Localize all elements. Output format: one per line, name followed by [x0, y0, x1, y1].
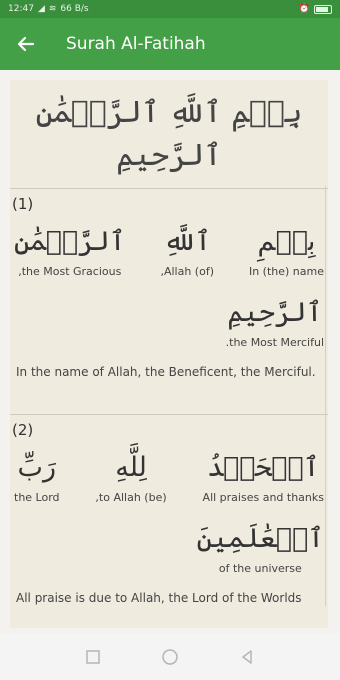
ayah-number: (2): [12, 421, 34, 439]
ayah-number: (1): [12, 195, 34, 213]
page-title: Surah Al-Fatihah: [66, 34, 206, 54]
word-translation: the Lord: [14, 491, 60, 504]
arabic-word: بِسۡمِ: [257, 226, 316, 257]
arabic-word: ٱلۡحَمۡدُ: [207, 452, 320, 483]
word-item[interactable]: بِسۡمِ In (the) name: [249, 221, 324, 278]
arabic-word: ٱلرَّحِيمِ: [227, 297, 323, 328]
system-nav-bar: [0, 634, 340, 680]
arabic-word: ٱلۡعَٰلَمِينَ: [196, 523, 324, 554]
word-row: ٱلۡحَمۡدُ All praises and thanks لِلَّهِ…: [10, 415, 328, 504]
word-translation: the Most Merciful.: [225, 336, 324, 349]
back-nav-button[interactable]: [237, 647, 257, 667]
word-item[interactable]: لِلَّهِ (be) to Allah,: [95, 447, 166, 504]
battery-icon: [314, 4, 332, 14]
arabic-word: ٱللَّهِ: [163, 226, 211, 257]
bismillah-line-1: بِسۡمِ ٱللَّهِ ٱلرَّحۡمَٰنِ: [35, 94, 303, 130]
ayah-card[interactable]: (1) بِسۡمِ In (the) name ٱللَّهِ (of) Al…: [10, 188, 328, 414]
square-recents-icon: [85, 650, 100, 664]
word-translation: (of) Allah,: [160, 265, 215, 278]
word-item[interactable]: ٱلرَّحۡمَٰنِ the Most Gracious,: [14, 221, 126, 278]
scroll-track: [325, 186, 326, 606]
recents-button[interactable]: [83, 647, 103, 667]
word-translation: of the universe: [218, 562, 302, 575]
word-row: بِسۡمِ In (the) name ٱللَّهِ (of) Allah,…: [10, 189, 328, 278]
word-translation: the Most Gracious,: [18, 265, 122, 278]
back-button[interactable]: [0, 18, 52, 70]
ayah-card[interactable]: (2) ٱلۡحَمۡدُ All praises and thanks لِل…: [10, 414, 328, 628]
app-bar: Surah Al-Fatihah: [0, 18, 340, 70]
ayah-translation: In the name of Allah, the Beneficent, th…: [16, 365, 316, 379]
word-item[interactable]: ٱللَّهِ (of) Allah,: [160, 221, 214, 278]
word-translation: (be) to Allah,: [95, 491, 167, 504]
status-time: 12:47: [8, 4, 34, 14]
arabic-word: ٱلرَّحۡمَٰنِ: [14, 226, 126, 257]
word-item[interactable]: ٱلۡعَٰلَمِينَ of the universe: [197, 518, 324, 575]
signal-icon: ◢: [37, 4, 45, 14]
word-translation: In (the) name: [248, 265, 324, 278]
alarm-icon: ⏰: [298, 4, 310, 14]
network-speed: 66 B/s: [60, 4, 89, 14]
word-item[interactable]: ٱلۡحَمۡدُ All praises and thanks: [203, 447, 324, 504]
ayah-translation: All praise is due to Allah, the Lord of …: [16, 591, 302, 605]
word-row: ٱلۡعَٰلَمِينَ of the universe: [10, 504, 328, 575]
bismillah-line-2: ٱلرَّحِيمِ: [116, 138, 222, 173]
triangle-back-icon: [242, 650, 253, 664]
word-item[interactable]: رَبِّ the Lord: [14, 447, 60, 504]
word-item[interactable]: ٱلرَّحِيمِ the Most Merciful.: [226, 292, 324, 349]
wifi-icon: ≋: [48, 4, 57, 14]
bismillah-header: بِسۡمِ ٱللَّهِ ٱلرَّحۡمَٰنِ ٱلرَّحِيمِ: [10, 80, 328, 188]
circle-home-icon: [162, 649, 178, 665]
surah-content[interactable]: بِسۡمِ ٱللَّهِ ٱلرَّحۡمَٰنِ ٱلرَّحِيمِ (…: [10, 80, 328, 628]
word-translation: All praises and thanks: [202, 491, 324, 504]
word-row: ٱلرَّحِيمِ the Most Merciful.: [10, 278, 328, 349]
arrow-back-icon: [17, 36, 35, 52]
arabic-word: رَبِّ: [17, 452, 56, 483]
status-bar: 12:47 ◢ ≋ 66 B/s ⏰: [0, 0, 340, 18]
home-button[interactable]: [160, 647, 180, 667]
arabic-word: لِلَّهِ: [115, 452, 147, 483]
